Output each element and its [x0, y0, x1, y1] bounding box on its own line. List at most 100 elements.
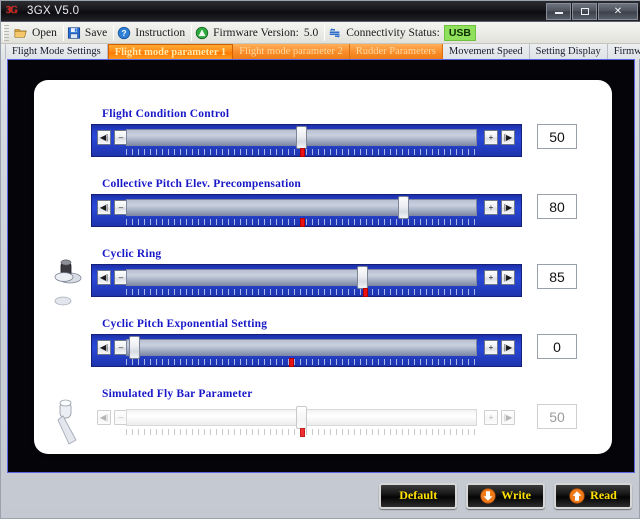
default-button[interactable]: Default — [379, 482, 458, 509]
slider-label-2: Cyclic Ring — [102, 248, 162, 260]
slider-control-1[interactable]: ◀| – + |▶ — [91, 194, 522, 227]
folder-open-icon — [14, 28, 27, 38]
maximize-button[interactable] — [572, 2, 597, 20]
instruction-button[interactable]: ? Instruction — [114, 23, 191, 43]
write-label: Write — [501, 488, 531, 502]
window-controls: ✕ — [545, 2, 638, 21]
parameters-panel: Flight Condition Control ◀| – + |▶ 50 Co… — [34, 80, 612, 454]
slider-control-3[interactable]: ◀| – + |▶ — [91, 334, 522, 367]
transfer-arrows-icon — [329, 27, 341, 38]
title-bar: 3G 3GX V5.0 ✕ — [1, 1, 640, 22]
slider-increment-button-1[interactable]: + — [484, 200, 498, 215]
arrow-down-circle-icon — [480, 487, 496, 504]
toolbar-grip[interactable] — [3, 24, 9, 41]
read-button[interactable]: Read — [554, 482, 632, 509]
read-label: Read — [590, 488, 617, 502]
slider-label-1: Collective Pitch Elev. Precompensation — [102, 178, 302, 190]
slider-increment-button-4[interactable]: + — [484, 410, 498, 425]
slider-value-0[interactable]: 50 — [537, 124, 577, 149]
open-label: Open — [32, 26, 57, 39]
slider-track-wrap-4[interactable] — [126, 406, 477, 429]
slider-center-marker-0 — [300, 148, 305, 157]
tab-3[interactable]: Rudder Parameters — [349, 44, 443, 59]
slider-control-0[interactable]: ◀| – + |▶ — [91, 124, 522, 157]
minimize-button[interactable] — [546, 2, 571, 20]
maximize-icon — [580, 7, 589, 15]
write-button[interactable]: Write — [466, 482, 545, 509]
slider-ticks-3 — [126, 359, 477, 365]
tab-6[interactable]: Firmwa — [608, 44, 640, 59]
slider-thumb-3[interactable] — [129, 336, 140, 359]
knob-illustration-4 — [48, 396, 88, 452]
tab-strip: Flight Mode Settings Flight mode paramete… — [1, 44, 640, 59]
slider-value-2[interactable]: 85 — [537, 264, 577, 289]
gimbal-knob-icon — [54, 259, 82, 306]
open-button[interactable]: Open — [11, 23, 63, 43]
slider-track-1[interactable] — [126, 199, 477, 216]
slider-thumb-0[interactable] — [296, 126, 307, 149]
slider-last-button-1[interactable]: |▶ — [501, 200, 515, 215]
slider-center-marker-2 — [363, 288, 368, 297]
knob-illustration-2 — [48, 256, 88, 312]
slider-first-button-3[interactable]: ◀| — [97, 340, 111, 355]
slider-ticks-2 — [126, 289, 477, 295]
slider-label-3: Cyclic Pitch Exponential Setting — [102, 318, 268, 330]
application-window: 3G 3GX V5.0 ✕ Open Save ? Instruction Fi… — [0, 0, 640, 519]
footer-bar: Default Write Read — [1, 473, 640, 518]
slider-track-wrap-0[interactable] — [126, 126, 477, 149]
slider-last-button-3[interactable]: |▶ — [501, 340, 515, 355]
slider-thumb-2[interactable] — [357, 266, 368, 289]
slider-control-4[interactable]: ◀| – + |▶ — [91, 404, 522, 437]
help-question-icon: ? — [118, 26, 131, 39]
close-button[interactable]: ✕ — [598, 2, 638, 20]
slider-track-2[interactable] — [126, 269, 477, 286]
toolbar: Open Save ? Instruction Firmware Version… — [1, 22, 640, 44]
slider-last-button-2[interactable]: |▶ — [501, 270, 515, 285]
slider-center-marker-1 — [300, 218, 305, 227]
slider-track-wrap-2[interactable] — [126, 266, 477, 289]
firmware-version-value: 5.0 — [303, 26, 319, 39]
connectivity-status-label: Connectivity Status: — [346, 26, 440, 39]
firmware-version-label: Firmware Version: — [213, 26, 299, 39]
slider-first-button-1[interactable]: ◀| — [97, 200, 111, 215]
connectivity-status-item[interactable]: Connectivity Status: USB — [325, 23, 482, 43]
save-button[interactable]: Save — [64, 23, 113, 43]
slider-first-button-0[interactable]: ◀| — [97, 130, 111, 145]
slider-first-button-2[interactable]: ◀| — [97, 270, 111, 285]
arrow-up-circle-icon — [569, 487, 585, 504]
svg-text:?: ? — [122, 28, 127, 38]
firmware-version-item[interactable]: Firmware Version: 5.0 — [192, 23, 324, 43]
instruction-label: Instruction — [135, 26, 186, 39]
save-label: Save — [84, 26, 108, 39]
slider-thumb-4[interactable] — [296, 406, 307, 429]
slider-track-wrap-3[interactable] — [126, 336, 477, 359]
slider-increment-button-0[interactable]: + — [484, 130, 498, 145]
window-title: 3GX V5.0 — [27, 5, 80, 17]
slider-first-button-4[interactable]: ◀| — [97, 410, 111, 425]
flybar-stick-icon — [57, 399, 77, 445]
firmware-chip-icon — [195, 26, 209, 39]
minimize-icon — [554, 12, 563, 14]
tab-1[interactable]: Flight mode parameter 1 — [107, 44, 234, 59]
slider-increment-button-2[interactable]: + — [484, 270, 498, 285]
slider-increment-button-3[interactable]: + — [484, 340, 498, 355]
tab-4[interactable]: Movement Speed — [443, 44, 530, 59]
slider-label-0: Flight Condition Control — [102, 108, 230, 120]
tab-2[interactable]: Flight mode parameter 2 — [233, 44, 350, 59]
app-logo-icon: 3G — [6, 5, 18, 16]
slider-value-3[interactable]: 0 — [537, 334, 577, 359]
content-stage: Flight Condition Control ◀| – + |▶ 50 Co… — [7, 59, 635, 473]
slider-value-1[interactable]: 80 — [537, 194, 577, 219]
tab-0[interactable]: Flight Mode Settings — [5, 44, 108, 59]
floppy-disk-icon — [67, 26, 80, 39]
slider-value-4[interactable]: 50 — [537, 404, 577, 429]
connectivity-status-badge: USB — [443, 24, 476, 41]
slider-track-3[interactable] — [126, 339, 477, 356]
slider-center-marker-3 — [289, 358, 294, 367]
slider-track-wrap-1[interactable] — [126, 196, 477, 219]
slider-thumb-1[interactable] — [398, 196, 409, 219]
tab-5[interactable]: Setting Display — [530, 44, 608, 59]
slider-control-2[interactable]: ◀| – + |▶ — [91, 264, 522, 297]
slider-last-button-0[interactable]: |▶ — [501, 130, 515, 145]
slider-last-button-4[interactable]: |▶ — [501, 410, 515, 425]
